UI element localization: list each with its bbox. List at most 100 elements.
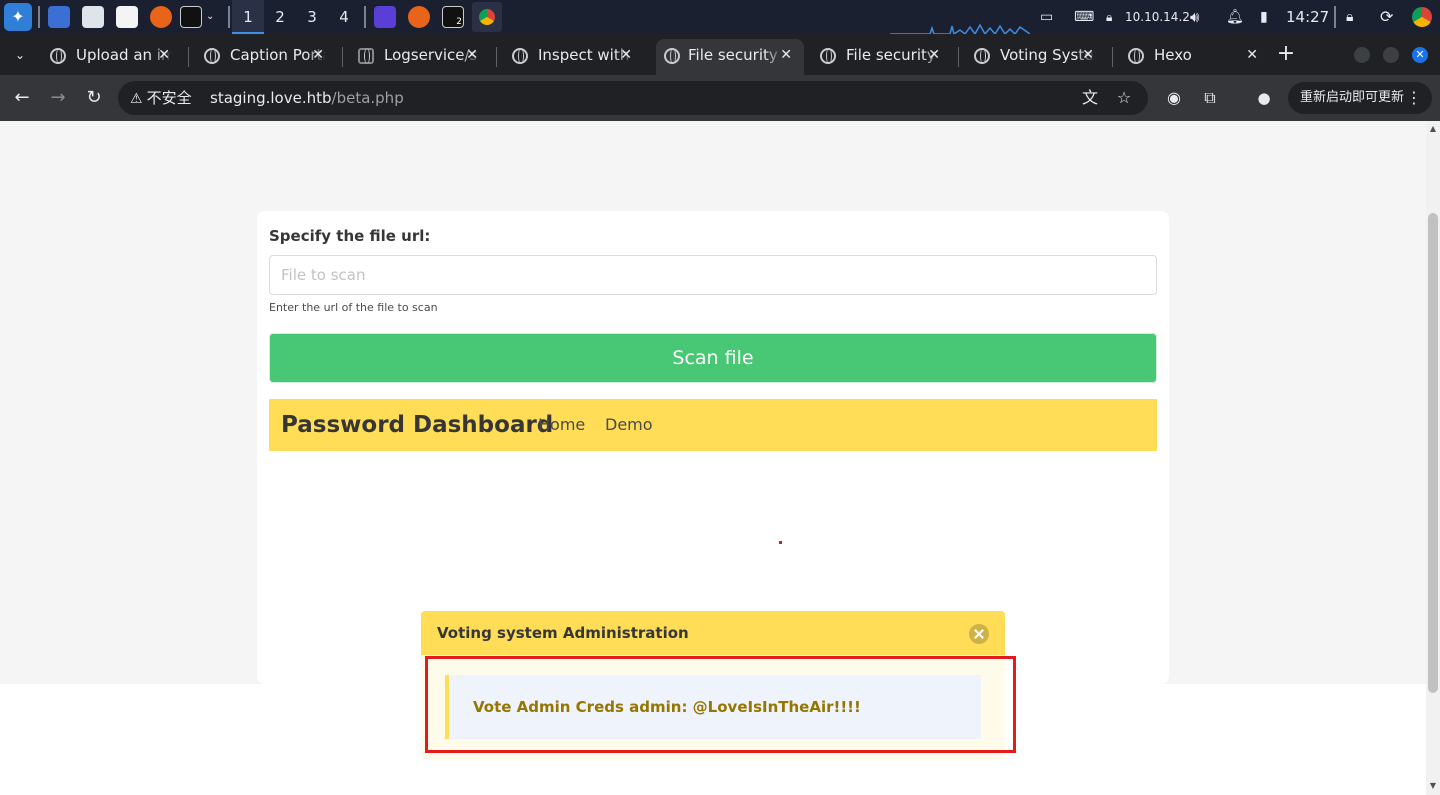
screen-icon[interactable]: ▭	[1040, 0, 1053, 34]
translate-icon[interactable]: 文	[1078, 86, 1102, 110]
minimize-button[interactable]	[1354, 47, 1370, 63]
vpn-lock-icon: 🔒︎	[1106, 10, 1113, 24]
file-url-input[interactable]	[269, 255, 1157, 295]
tab-file-security-active[interactable]: File security ✕	[656, 39, 804, 75]
github-icon	[358, 48, 374, 64]
tab-close-icon[interactable]: ✕	[466, 39, 478, 71]
text-editor-icon[interactable]	[116, 6, 138, 28]
tab-logservice[interactable]: Logservice/s ✕	[340, 39, 490, 75]
scroll-down-arrow-icon[interactable]: ▼	[1428, 781, 1438, 791]
reload-icon[interactable]: ↻	[82, 86, 106, 110]
tab-close-icon[interactable]: ✕	[780, 39, 792, 71]
globe-icon	[50, 48, 66, 64]
close-window-button[interactable]: ✕	[1412, 47, 1428, 63]
file-url-label: Specify the file url:	[269, 227, 431, 245]
volume-icon[interactable]: 🔊︎	[1190, 0, 1199, 34]
keyboard-icon[interactable]: ⌨	[1074, 0, 1094, 34]
chrome-window-button[interactable]	[472, 2, 502, 32]
globe-icon	[664, 48, 680, 64]
scroll-up-arrow-icon[interactable]: ▲	[1428, 124, 1438, 134]
notification-bell-icon[interactable]: 🔔︎	[1226, 0, 1244, 34]
url-path: /beta.php	[331, 89, 404, 107]
browser-tab-strip: ⌄ Upload an image ✕ Caption Portal ✕ Log…	[0, 34, 1440, 75]
update-label: 重新启动即可更新	[1300, 90, 1405, 105]
forward-arrow-icon[interactable]: →	[46, 86, 70, 110]
workspace-4[interactable]: 4	[328, 0, 360, 34]
tab-close-icon[interactable]: ✕	[1082, 39, 1094, 71]
terminal-icon[interactable]	[180, 6, 202, 28]
warning-triangle-icon: ⚠	[130, 91, 143, 107]
tab-caption-portal[interactable]: Caption Portal ✕	[186, 39, 336, 75]
browser-toolbar: ← → ↻ ⚠ 不安全 staging.love.htb/beta.php 文 ☆…	[0, 75, 1440, 121]
logout-icon[interactable]: ⟳	[1380, 0, 1393, 34]
tab-search-chevron-icon[interactable]: ⌄	[8, 45, 32, 65]
extensions-puzzle-icon[interactable]: ⧉	[1198, 86, 1222, 110]
chrome-tray-icon[interactable]	[1412, 7, 1432, 27]
taskbar-separator	[38, 6, 40, 28]
web-page: Specify the file url: Enter the url of t…	[0, 121, 1426, 795]
back-arrow-icon[interactable]: ←	[10, 86, 34, 110]
battery-icon[interactable]: ▮	[1260, 0, 1268, 34]
maximize-button[interactable]	[1383, 47, 1399, 63]
message-title: Voting system Administration	[437, 624, 689, 642]
tab-close-icon[interactable]: ✕	[928, 39, 940, 71]
firefox-icon[interactable]	[150, 6, 172, 28]
tab-close-icon[interactable]: ✕	[158, 39, 170, 71]
firefox-window-icon[interactable]	[408, 6, 430, 28]
globe-icon	[204, 48, 220, 64]
globe-icon	[512, 48, 528, 64]
more-menu-icon[interactable]: ⋮	[1406, 82, 1422, 114]
tab-upload-image[interactable]: Upload an image ✕	[32, 39, 182, 75]
taskbar-separator	[1334, 6, 1336, 28]
url-text[interactable]: staging.love.htb/beta.php	[210, 81, 404, 115]
tab-inspect-with[interactable]: Inspect with ✕	[494, 39, 644, 75]
workspace-2[interactable]: 2	[264, 0, 296, 34]
taskbar-separator	[228, 6, 230, 28]
tab-close-icon[interactable]: ✕	[312, 39, 324, 71]
tab-close-icon[interactable]: ✕	[1246, 39, 1258, 71]
tab-title: Hexo	[1154, 46, 1192, 64]
burp-icon[interactable]	[374, 6, 396, 28]
terminal-badge: 2	[456, 17, 462, 27]
show-desktop-icon[interactable]	[48, 6, 70, 28]
chevron-down-icon[interactable]: ⌄	[206, 6, 220, 28]
os-taskbar: ✦ ⌄ 1 2 3 4 2 ▭ ⌨ 🔒︎ 10.10.14.2 🔊︎ 🔔︎ ▮ …	[0, 0, 1440, 34]
red-highlight-annotation	[425, 656, 1016, 753]
profile-icon[interactable]: ●	[1252, 86, 1276, 110]
address-bar[interactable]: ⚠ 不安全 staging.love.htb/beta.php 文 ☆	[118, 81, 1148, 115]
taskbar-separator	[364, 6, 366, 28]
tab-title: File security	[688, 46, 778, 64]
terminal-window-icon[interactable]: 2	[442, 6, 464, 28]
tab-file-security[interactable]: File security ✕	[802, 39, 952, 75]
bookmark-star-icon[interactable]: ☆	[1112, 86, 1136, 110]
tab-hexo[interactable]: Hexo ✕	[1110, 39, 1270, 75]
scan-file-button[interactable]: Scan file	[269, 333, 1157, 383]
stray-dot	[779, 541, 782, 544]
lock-screen-icon[interactable]: 🔒︎	[1346, 0, 1353, 34]
workspace-3[interactable]: 3	[296, 0, 328, 34]
page-scrollbar[interactable]: ▲ ▼	[1426, 121, 1440, 795]
extension-circle-icon[interactable]: ◉	[1162, 86, 1186, 110]
tab-close-icon[interactable]: ✕	[620, 39, 632, 71]
network-graph-icon	[890, 23, 1030, 34]
update-restart-button[interactable]: 重新启动即可更新 ⋮	[1288, 82, 1432, 114]
message-header: Voting system Administration	[421, 611, 1005, 655]
tab-voting-system[interactable]: Voting System ✕	[956, 39, 1106, 75]
nav-item-home[interactable]: Home	[538, 399, 585, 451]
nav-item-demo[interactable]: Demo	[605, 399, 653, 451]
security-indicator[interactable]: ⚠ 不安全	[130, 81, 192, 115]
workspace-1[interactable]: 1	[232, 0, 264, 34]
chrome-icon	[479, 9, 495, 25]
dashboard-navbar: Password Dashboard Home Demo	[269, 399, 1157, 451]
globe-icon	[974, 48, 990, 64]
close-message-icon[interactable]	[969, 624, 989, 644]
navbar-brand[interactable]: Password Dashboard	[281, 399, 553, 451]
vpn-ip: 10.10.14.2	[1125, 10, 1190, 24]
file-manager-icon[interactable]	[82, 6, 104, 28]
scrollbar-thumb[interactable]	[1428, 213, 1438, 693]
clock[interactable]: 14:27	[1286, 0, 1329, 34]
new-tab-button[interactable]: +	[1274, 39, 1298, 69]
globe-icon	[820, 48, 836, 64]
file-url-help: Enter the url of the file to scan	[269, 301, 438, 314]
kali-menu-icon[interactable]: ✦	[4, 3, 32, 31]
